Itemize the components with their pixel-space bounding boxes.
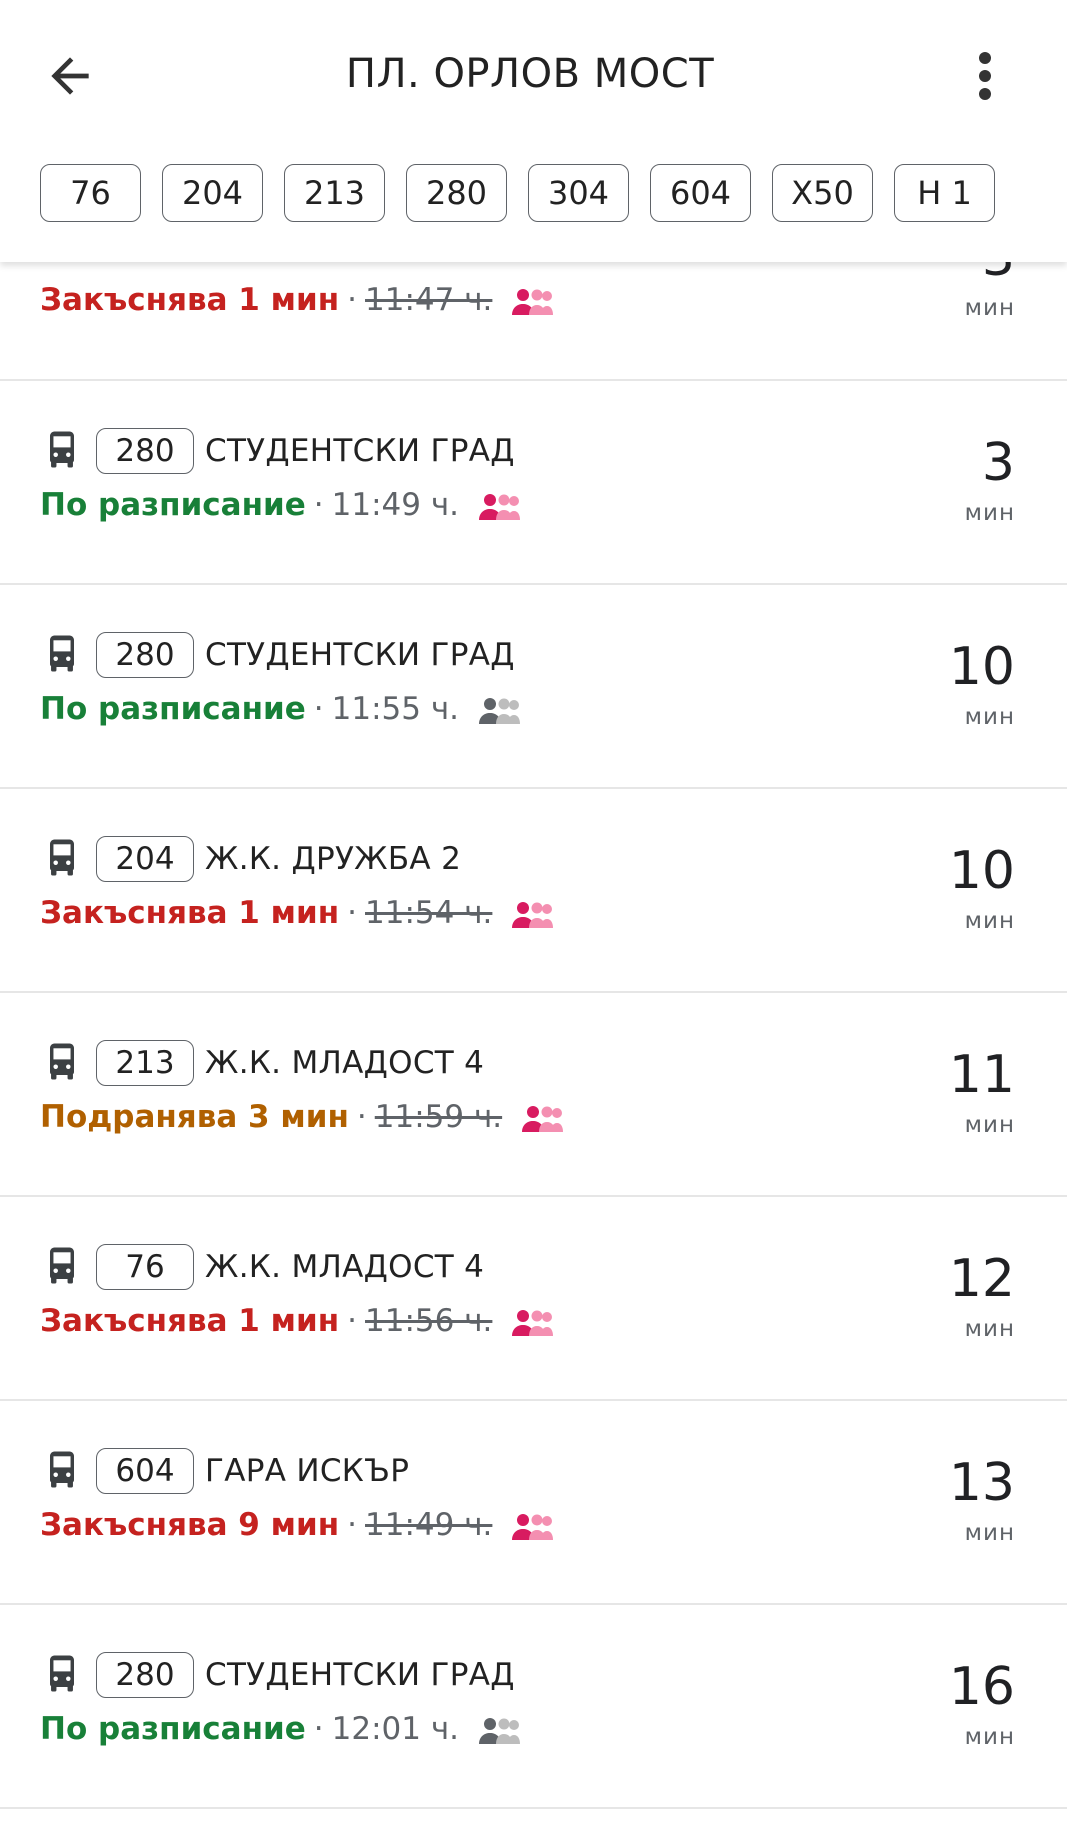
- eta-minutes: 11: [948, 1045, 1015, 1105]
- arrival-status: По разписание: [40, 1711, 306, 1747]
- status-line: Закъснява 1 мин · 11:54 ч.: [40, 891, 554, 935]
- crowding-icon: [510, 285, 554, 315]
- separator-dot: ·: [347, 895, 358, 931]
- route-chip-604[interactable]: 604: [650, 164, 751, 222]
- crowding-icon: [477, 1714, 521, 1744]
- route-chip-304[interactable]: 304: [528, 164, 629, 222]
- arrival-status: По разписание: [40, 487, 306, 523]
- bus-icon: [44, 839, 80, 879]
- eta-minutes: 16: [948, 1657, 1015, 1717]
- destination-label: СТУДЕНТСКИ ГРАД: [205, 433, 515, 469]
- bus-icon: [44, 1451, 80, 1491]
- scheduled-time: 11:47 ч.: [365, 282, 493, 318]
- more-options-button[interactable]: [965, 48, 1005, 104]
- separator-dot: ·: [356, 1099, 367, 1135]
- route-chip-280[interactable]: 280: [406, 164, 507, 222]
- destination-label: СТУДЕНТСКИ ГРАД: [205, 1657, 515, 1693]
- route-chip-204[interactable]: 204: [162, 164, 263, 222]
- bus-icon: [44, 431, 80, 471]
- arrival-status: Закъснява 1 мин: [40, 1303, 340, 1339]
- separator-dot: ·: [347, 1507, 358, 1543]
- back-button[interactable]: [42, 48, 98, 104]
- arrival-row[interactable]: 280 СТУДЕНТСКИ ГРАД По разписание · 11:49 ч.…: [0, 381, 1067, 585]
- bus-icon: [44, 1247, 80, 1287]
- route-badge: 604: [96, 1448, 194, 1494]
- eta-minutes: 13: [948, 1453, 1015, 1513]
- status-line: По разписание · 11:49 ч.: [40, 483, 521, 527]
- separator-dot: ·: [313, 1711, 324, 1747]
- eta-unit: мин: [964, 704, 1015, 730]
- page-title: ПЛ. ОРЛОВ МОСТ: [345, 51, 715, 97]
- crowding-icon: [510, 1306, 554, 1336]
- separator-dot: ·: [313, 487, 324, 523]
- eta-unit: мин: [964, 1724, 1015, 1750]
- eta-unit: мин: [964, 1316, 1015, 1342]
- bus-icon: [44, 1655, 80, 1695]
- eta-unit: мин: [964, 1520, 1015, 1546]
- bus-icon: [44, 1043, 80, 1083]
- route-chip-h1[interactable]: H 1: [894, 164, 995, 222]
- arrival-row[interactable]: 213 Ж.К. МЛАДОСТ 4 Подранява 3 мин · 11:59 ч…: [0, 993, 1067, 1197]
- arrival-status: По разписание: [40, 691, 306, 727]
- status-line: Закъснява 1 мин · 11:56 ч.: [40, 1299, 554, 1343]
- route-badge: 280: [96, 1652, 194, 1698]
- eta-minutes: 10: [948, 841, 1015, 901]
- destination-label: Ж.К. МЛАДОСТ 4: [205, 1045, 485, 1081]
- arrival-status: Закъснява 1 мин: [40, 282, 340, 318]
- eta-unit: мин: [964, 908, 1015, 934]
- arrival-row[interactable]: 280 СТУДЕНТСКИ ГРАД По разписание · 11:55 ч.…: [0, 585, 1067, 789]
- arrival-status: Закъснява 9 мин: [40, 1507, 340, 1543]
- scheduled-time: 12:01 ч.: [331, 1711, 459, 1747]
- separator-dot: ·: [313, 691, 324, 727]
- status-line: Подранява 3 мин · 11:59 ч.: [40, 1095, 564, 1139]
- crowding-icon: [510, 1510, 554, 1540]
- arrival-row[interactable]: 280 СТУДЕНТСКИ ГРАД По разписание · 12:01 ч.…: [0, 1605, 1067, 1809]
- route-chip-213[interactable]: 213: [284, 164, 385, 222]
- scheduled-time: 11:59 ч.: [374, 1099, 503, 1135]
- arrival-row[interactable]: 204 Ж.К. ДРУЖБА 2 Закъснява 1 мин · 11:54 ч.…: [0, 789, 1067, 993]
- arrival-status: Закъснява 1 мин: [40, 895, 340, 931]
- arrow-back-icon: [51, 57, 89, 95]
- eta-minutes: 10: [948, 637, 1015, 697]
- eta-unit: мин: [964, 500, 1015, 526]
- crowding-icon: [520, 1102, 564, 1132]
- crowding-icon: [477, 694, 521, 724]
- eta-unit: мин: [964, 295, 1015, 321]
- arrival-row[interactable]: 604 ГАРА ИСКЪР Закъснява 9 мин · 11:49 ч. 13 м…: [0, 1401, 1067, 1605]
- scheduled-time: 11:56 ч.: [365, 1303, 493, 1339]
- route-badge: 280: [96, 428, 194, 474]
- status-line: Закъснява 1 мин · 11:47 ч.: [40, 278, 554, 322]
- eta-minutes: 12: [948, 1249, 1015, 1309]
- destination-label: Ж.К. МЛАДОСТ 4: [205, 1249, 485, 1285]
- scheduled-time: 11:55 ч.: [331, 691, 459, 727]
- destination-label: ГАРА ИСКЪР: [205, 1453, 410, 1489]
- more-vert-icon: [979, 52, 991, 100]
- eta-unit: мин: [964, 1112, 1015, 1138]
- arrival-row[interactable]: 76 Ж.К. МЛАДОСТ 4 Закъснява 1 мин · 11:56 ч.…: [0, 1197, 1067, 1401]
- app-bar: ПЛ. ОРЛОВ МОСТ 76 204 213 280 304 604 X5…: [0, 0, 1067, 262]
- route-badge: 213: [96, 1040, 194, 1086]
- separator-dot: ·: [347, 282, 358, 318]
- status-line: По разписание · 11:55 ч.: [40, 687, 521, 731]
- bus-icon: [44, 635, 80, 675]
- arrival-status: Подранява 3 мин: [40, 1099, 349, 1135]
- route-badge: 76: [96, 1244, 194, 1290]
- status-line: Закъснява 9 мин · 11:49 ч.: [40, 1503, 554, 1547]
- eta-minutes: 3: [981, 433, 1015, 493]
- status-line: По разписание · 12:01 ч.: [40, 1707, 521, 1751]
- route-badge: 280: [96, 632, 194, 678]
- route-chip-x50[interactable]: X50: [772, 164, 873, 222]
- crowding-icon: [510, 898, 554, 928]
- route-filter-chips: 76 204 213 280 304 604 X50 H 1: [40, 164, 995, 222]
- destination-label: СТУДЕНТСКИ ГРАД: [205, 637, 515, 673]
- route-chip-76[interactable]: 76: [40, 164, 141, 222]
- destination-label: Ж.К. ДРУЖБА 2: [205, 841, 462, 877]
- arrivals-list: Закъснява 1 мин·11:47 ч.3мин280СТУДЕНТСК…: [0, 216, 1067, 1809]
- route-badge: 204: [96, 836, 194, 882]
- separator-dot: ·: [347, 1303, 358, 1339]
- scheduled-time: 11:49 ч.: [331, 487, 459, 523]
- crowding-icon: [477, 490, 521, 520]
- scheduled-time: 11:49 ч.: [365, 1507, 493, 1543]
- scheduled-time: 11:54 ч.: [365, 895, 493, 931]
